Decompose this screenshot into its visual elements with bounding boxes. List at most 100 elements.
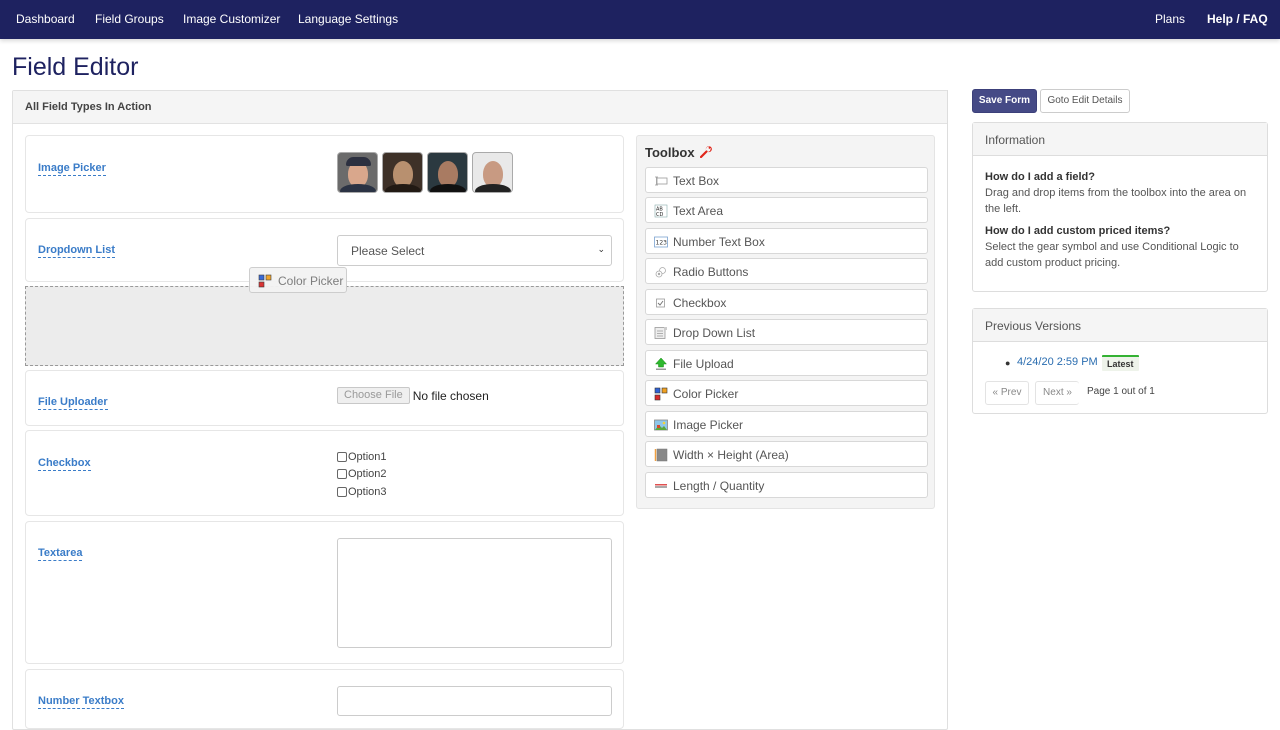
checkbox-option[interactable]: Option2: [337, 466, 387, 484]
field-label[interactable]: File Uploader: [38, 395, 108, 410]
save-form-button[interactable]: Save Form: [972, 89, 1037, 113]
information-panel: Information How do I add a field? Drag a…: [972, 122, 1268, 292]
tool-file-upload[interactable]: File Upload: [645, 350, 928, 376]
divider: [947, 90, 948, 720]
panel-heading: All Field Types In Action: [13, 91, 947, 124]
tool-checkbox[interactable]: Checkbox: [645, 289, 928, 315]
image-option-3[interactable]: [427, 152, 468, 193]
nav-plans[interactable]: Plans: [1155, 12, 1185, 26]
number-icon: 123: [654, 235, 668, 249]
version-link[interactable]: 4/24/20 2:59 PM: [1017, 356, 1098, 368]
area-icon: [654, 448, 668, 462]
tool-width-height-area[interactable]: Width × Height (Area): [645, 441, 928, 467]
bullet: ●: [1005, 358, 1011, 368]
checkbox-icon: [654, 296, 668, 310]
number-input[interactable]: [337, 686, 612, 716]
checkbox-option[interactable]: Option1: [337, 448, 387, 466]
checkbox-group: Option1 Option2 Option3: [337, 448, 387, 501]
field-label[interactable]: Number Textbox: [38, 694, 124, 709]
tool-label: Number Text Box: [673, 235, 765, 249]
image-icon: [654, 418, 668, 432]
page-title: Field Editor: [12, 53, 139, 81]
tool-label: Text Area: [673, 204, 724, 218]
tool-label: Width × Height (Area): [673, 448, 789, 462]
field-label[interactable]: Dropdown List: [38, 243, 115, 258]
dragging-color-picker[interactable]: Color Picker: [249, 267, 347, 293]
tool-label: Color Picker: [673, 387, 739, 401]
checkbox-option-label: Option1: [348, 450, 387, 463]
field-label[interactable]: Checkbox: [38, 456, 91, 471]
dropdown-select[interactable]: Please Select ⌄: [337, 235, 612, 266]
dropdown-icon: [654, 326, 668, 340]
field-file-uploader[interactable]: File Uploader Choose File No file chosen: [25, 370, 624, 426]
field-number-textbox[interactable]: Number Textbox: [25, 669, 624, 729]
toolbox-title-text: Toolbox: [645, 145, 695, 160]
tool-image-picker[interactable]: Image Picker: [645, 411, 928, 437]
drag-ghost-label: Color Picker: [278, 274, 344, 288]
checkbox-option[interactable]: Option3: [337, 483, 387, 501]
prev-page-button[interactable]: « Prev: [985, 381, 1029, 405]
image-option-1[interactable]: [337, 152, 378, 193]
checkbox-input[interactable]: [337, 469, 347, 480]
top-nav: Dashboard Field Groups Image Customizer …: [0, 0, 1280, 39]
checkbox-input[interactable]: [337, 486, 347, 497]
latest-badge: Latest: [1102, 355, 1139, 371]
tool-number-text-box[interactable]: 123 Number Text Box: [645, 228, 928, 254]
tool-radio-buttons[interactable]: Radio Buttons: [645, 258, 928, 284]
tool-label: File Upload: [673, 357, 734, 371]
dropdown-selected-value: Please Select: [351, 244, 425, 258]
image-option-2[interactable]: [382, 152, 423, 193]
drop-placeholder[interactable]: [25, 286, 624, 366]
nav-language-settings[interactable]: Language Settings: [298, 12, 398, 26]
svg-text:CD: CD: [656, 212, 663, 218]
info-question: How do I add custom priced items?: [985, 225, 1171, 237]
tool-label: Image Picker: [673, 418, 744, 432]
field-textarea[interactable]: Textarea: [25, 521, 624, 664]
color-picker-icon: [654, 387, 668, 401]
textarea-icon: AB CD: [654, 204, 668, 218]
field-image-picker[interactable]: Image Picker: [25, 135, 624, 213]
information-heading: Information: [973, 123, 1267, 156]
file-input: Choose File No file chosen: [337, 387, 489, 404]
upload-icon: [654, 357, 668, 371]
next-page-button[interactable]: Next »: [1035, 381, 1079, 405]
tool-label: Radio Buttons: [673, 265, 749, 279]
toolbox: Toolbox Text Box AB CD Text Area 123 Numb…: [636, 135, 935, 509]
field-label[interactable]: Image Picker: [38, 161, 106, 176]
image-option-4[interactable]: [472, 152, 513, 193]
field-checkbox[interactable]: Checkbox Option1 Option2 Option3: [25, 430, 624, 516]
goto-edit-details-button[interactable]: Goto Edit Details: [1040, 89, 1130, 113]
textbox-icon: [654, 174, 668, 188]
color-picker-icon: [258, 274, 272, 291]
tool-text-box[interactable]: Text Box: [645, 167, 928, 193]
textarea-input[interactable]: [337, 538, 612, 648]
tool-drop-down-list[interactable]: Drop Down List: [645, 319, 928, 345]
tool-length-quantity[interactable]: Length / Quantity: [645, 472, 928, 498]
file-status: No file chosen: [412, 388, 489, 403]
tool-label: Length / Quantity: [673, 479, 765, 493]
checkbox-option-label: Option2: [348, 468, 387, 481]
info-answer: Select the gear symbol and use Condition…: [985, 241, 1239, 269]
nav-field-groups[interactable]: Field Groups: [95, 12, 164, 26]
radio-icon: [654, 265, 668, 279]
info-answer: Drag and drop items from the toolbox int…: [985, 187, 1247, 215]
nav-dashboard[interactable]: Dashboard: [16, 12, 75, 26]
field-label[interactable]: Textarea: [38, 546, 83, 561]
tool-color-picker[interactable]: Color Picker: [645, 380, 928, 406]
svg-text:123: 123: [656, 240, 668, 247]
tool-label: Checkbox: [673, 296, 727, 310]
previous-versions-heading: Previous Versions: [973, 309, 1267, 342]
tool-label: Drop Down List: [673, 326, 756, 340]
choose-file-button[interactable]: Choose File: [337, 387, 410, 404]
nav-help-faq[interactable]: Help / FAQ: [1207, 12, 1268, 26]
info-question: How do I add a field?: [985, 171, 1095, 183]
page-indicator: Page 1 out of 1: [1087, 386, 1155, 397]
tool-text-area[interactable]: AB CD Text Area: [645, 197, 928, 223]
chevron-down-icon: ⌄: [597, 244, 605, 254]
toolbox-title: Toolbox: [645, 145, 713, 161]
nav-image-customizer[interactable]: Image Customizer: [183, 12, 280, 26]
previous-versions-panel: Previous Versions ● 4/24/20 2:59 PM Late…: [972, 308, 1268, 414]
checkbox-option-label: Option3: [348, 485, 387, 498]
image-choices: [337, 152, 513, 193]
checkbox-input[interactable]: [337, 451, 347, 462]
